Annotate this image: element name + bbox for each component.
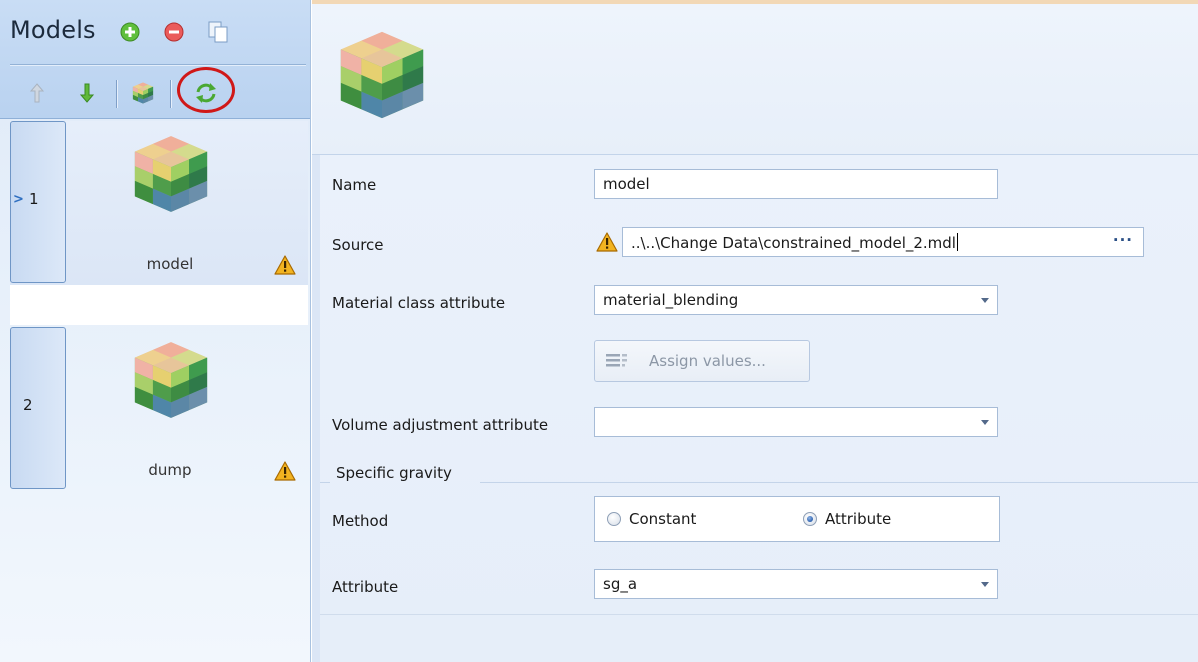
list-item-dump[interactable]: 2 dump — [10, 327, 308, 491]
method-label: Method — [332, 512, 389, 530]
properties-panel: Name model Source ..\..\Change Data\cons… — [312, 0, 1198, 662]
attribute-value: sg_a — [603, 575, 638, 593]
model-cube-icon — [330, 26, 434, 124]
warning-icon — [596, 232, 618, 252]
arrow-down-icon — [79, 83, 95, 103]
view-model-button[interactable] — [130, 80, 156, 106]
attribute-label: Attribute — [332, 578, 399, 596]
move-up-button[interactable] — [24, 80, 50, 106]
warning-icon — [274, 255, 296, 275]
arrow-up-icon — [29, 83, 45, 103]
add-model-button[interactable] — [118, 20, 142, 44]
list-gap — [10, 285, 308, 325]
item-tab[interactable]: > 1 — [10, 121, 66, 283]
toolbar-divider-2 — [170, 80, 171, 108]
list-edit-icon — [606, 354, 627, 367]
item-number: 1 — [29, 190, 39, 208]
models-panel-header: Models — [0, 0, 310, 119]
dump-cube-icon — [128, 335, 214, 425]
item-tab[interactable]: 2 — [10, 327, 66, 489]
header-separator — [10, 64, 306, 65]
warning-icon — [274, 461, 296, 481]
material-class-combo[interactable]: material_blending — [594, 285, 998, 315]
copy-model-button[interactable] — [206, 20, 230, 44]
browse-button[interactable]: ··· — [1113, 231, 1133, 249]
chevron-down-icon[interactable] — [981, 420, 989, 425]
volume-adjustment-label: Volume adjustment attribute — [332, 416, 549, 434]
panel-edge-strip — [312, 155, 320, 662]
annotation-circle — [177, 67, 235, 113]
attribute-radio[interactable] — [803, 512, 817, 526]
material-class-label: Material class attribute — [332, 294, 506, 312]
method-radio-group: Constant Attribute — [594, 496, 1000, 542]
form-bottom-divider — [320, 614, 1198, 615]
material-class-value: material_blending — [603, 291, 739, 309]
specific-gravity-heading: Specific gravity — [336, 464, 452, 482]
properties-header — [312, 4, 1198, 155]
plus-circle-icon — [120, 22, 140, 42]
assign-values-label: Assign values... — [649, 352, 766, 370]
panel-title: Models — [10, 16, 96, 44]
remove-model-button[interactable] — [162, 20, 186, 44]
text-caret — [956, 233, 958, 251]
constant-label[interactable]: Constant — [629, 510, 696, 528]
item-name: model — [146, 255, 194, 273]
item-number: 2 — [23, 396, 33, 414]
chevron-down-icon[interactable] — [981, 298, 989, 303]
toolbar-divider — [116, 80, 117, 108]
assign-values-button[interactable]: Assign values... — [594, 340, 810, 382]
section-divider — [480, 482, 1198, 483]
source-field[interactable]: ..\..\Change Data\constrained_model_2.md… — [622, 227, 1144, 257]
volume-adjustment-combo[interactable] — [594, 407, 998, 437]
source-label: Source — [332, 236, 384, 254]
minus-circle-icon — [164, 22, 184, 42]
name-field[interactable]: model — [594, 169, 998, 199]
name-label: Name — [332, 176, 377, 194]
model-cube-icon — [132, 82, 154, 104]
list-item-model[interactable]: > 1 model — [10, 121, 308, 285]
section-divider-left — [320, 482, 330, 483]
models-panel: Models > 1 model 2 dump — [0, 0, 311, 662]
move-down-button[interactable] — [74, 80, 100, 106]
constant-radio[interactable] — [607, 512, 621, 526]
chevron-down-icon[interactable] — [981, 582, 989, 587]
item-name: dump — [148, 461, 192, 479]
attribute-combo[interactable]: sg_a — [594, 569, 998, 599]
current-row-arrow-icon: > — [13, 192, 24, 207]
copy-icon — [208, 21, 228, 43]
name-value: model — [603, 175, 650, 193]
source-value: ..\..\Change Data\constrained_model_2.md… — [631, 234, 956, 252]
attribute-option-label[interactable]: Attribute — [825, 510, 891, 528]
model-cube-icon — [128, 129, 214, 219]
